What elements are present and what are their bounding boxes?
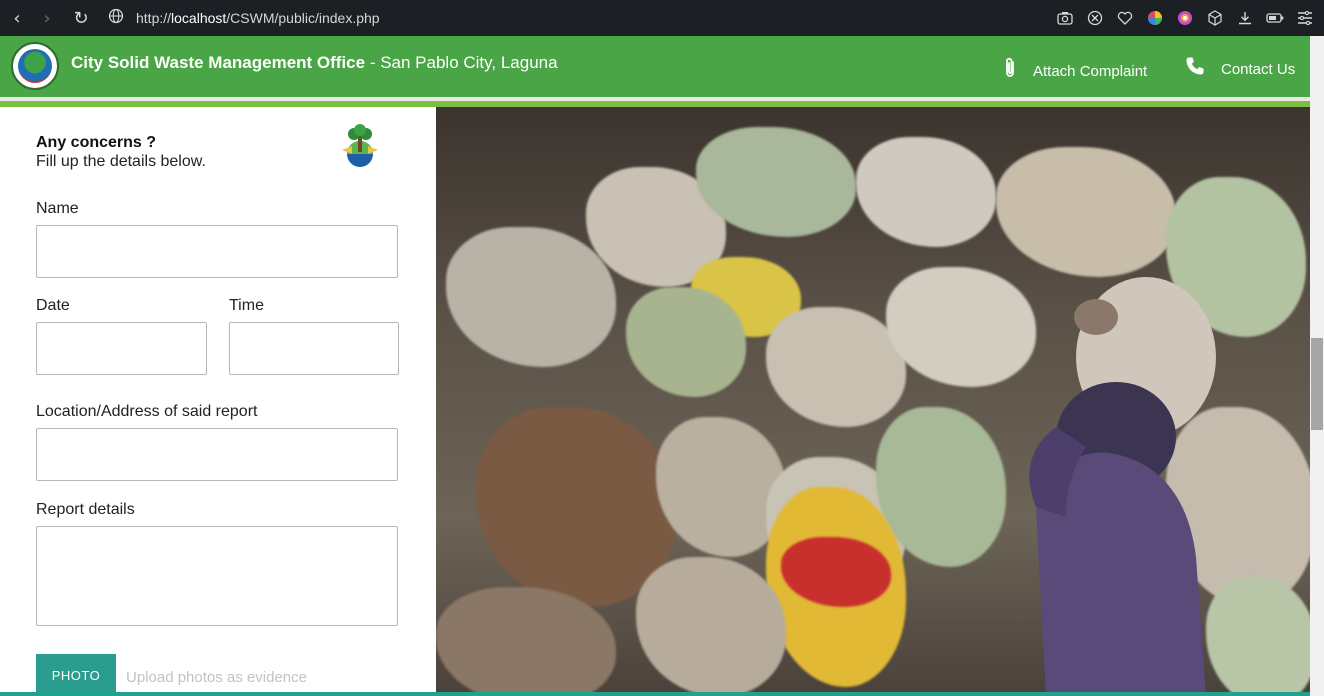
reload-icon[interactable]: ↻ xyxy=(66,3,96,33)
site-title: City Solid Waste Management Office - San… xyxy=(71,53,558,73)
name-input[interactable] xyxy=(36,225,398,278)
menu-icon[interactable] xyxy=(1296,9,1314,27)
forward-icon[interactable]: › xyxy=(32,3,62,33)
contact-us-link[interactable]: Contact Us xyxy=(1185,56,1295,82)
address-bar[interactable]: http://localhost/CSWM/public/index.php xyxy=(108,8,380,28)
photo-upload-button[interactable]: PHOTO xyxy=(36,654,116,696)
url-text[interactable]: http://localhost/CSWM/public/index.php xyxy=(136,10,380,26)
form-subheading: Fill up the details below. xyxy=(36,153,206,170)
location-label: Location/Address of said report xyxy=(36,403,258,420)
date-label: Date xyxy=(36,297,70,314)
office-emblem xyxy=(340,124,380,170)
hero-garbage-photo xyxy=(436,107,1310,696)
name-label: Name xyxy=(36,200,79,217)
bottom-accent-strip xyxy=(0,692,1310,696)
attach-complaint-label: Attach Complaint xyxy=(1033,62,1148,80)
download-icon[interactable] xyxy=(1236,9,1254,27)
report-details-textarea[interactable] xyxy=(36,526,398,626)
date-input[interactable] xyxy=(36,322,207,375)
palette-icon[interactable] xyxy=(1176,9,1194,27)
battery-icon[interactable] xyxy=(1266,9,1284,27)
site-title-location: - San Pablo City, Laguna xyxy=(365,53,558,72)
cube-icon[interactable] xyxy=(1206,9,1224,27)
paperclip-icon xyxy=(1003,56,1017,86)
back-icon[interactable]: ‹ xyxy=(2,3,32,33)
attach-complaint-link[interactable]: Attach Complaint xyxy=(1003,56,1147,86)
color-wheel-icon[interactable] xyxy=(1146,9,1164,27)
location-input[interactable] xyxy=(36,428,398,481)
heart-icon[interactable] xyxy=(1116,9,1134,27)
city-seal-logo[interactable] xyxy=(11,42,59,90)
photo-upload-hint: Upload photos as evidence xyxy=(126,669,307,686)
site-title-main: City Solid Waste Management Office xyxy=(71,53,366,72)
block-icon[interactable] xyxy=(1086,9,1104,27)
time-input[interactable] xyxy=(229,322,399,375)
report-details-label: Report details xyxy=(36,501,135,518)
form-heading: Any concerns ? xyxy=(36,134,157,151)
phone-icon xyxy=(1185,56,1205,82)
time-label: Time xyxy=(229,297,264,314)
contact-us-label: Contact Us xyxy=(1221,60,1296,78)
camera-icon[interactable] xyxy=(1056,9,1074,27)
globe-icon xyxy=(108,8,124,28)
scrollbar-thumb[interactable] xyxy=(1311,338,1323,430)
browser-toolbar: ‹ › ↻ http://localhost/CSWM/public/index… xyxy=(0,0,1324,36)
